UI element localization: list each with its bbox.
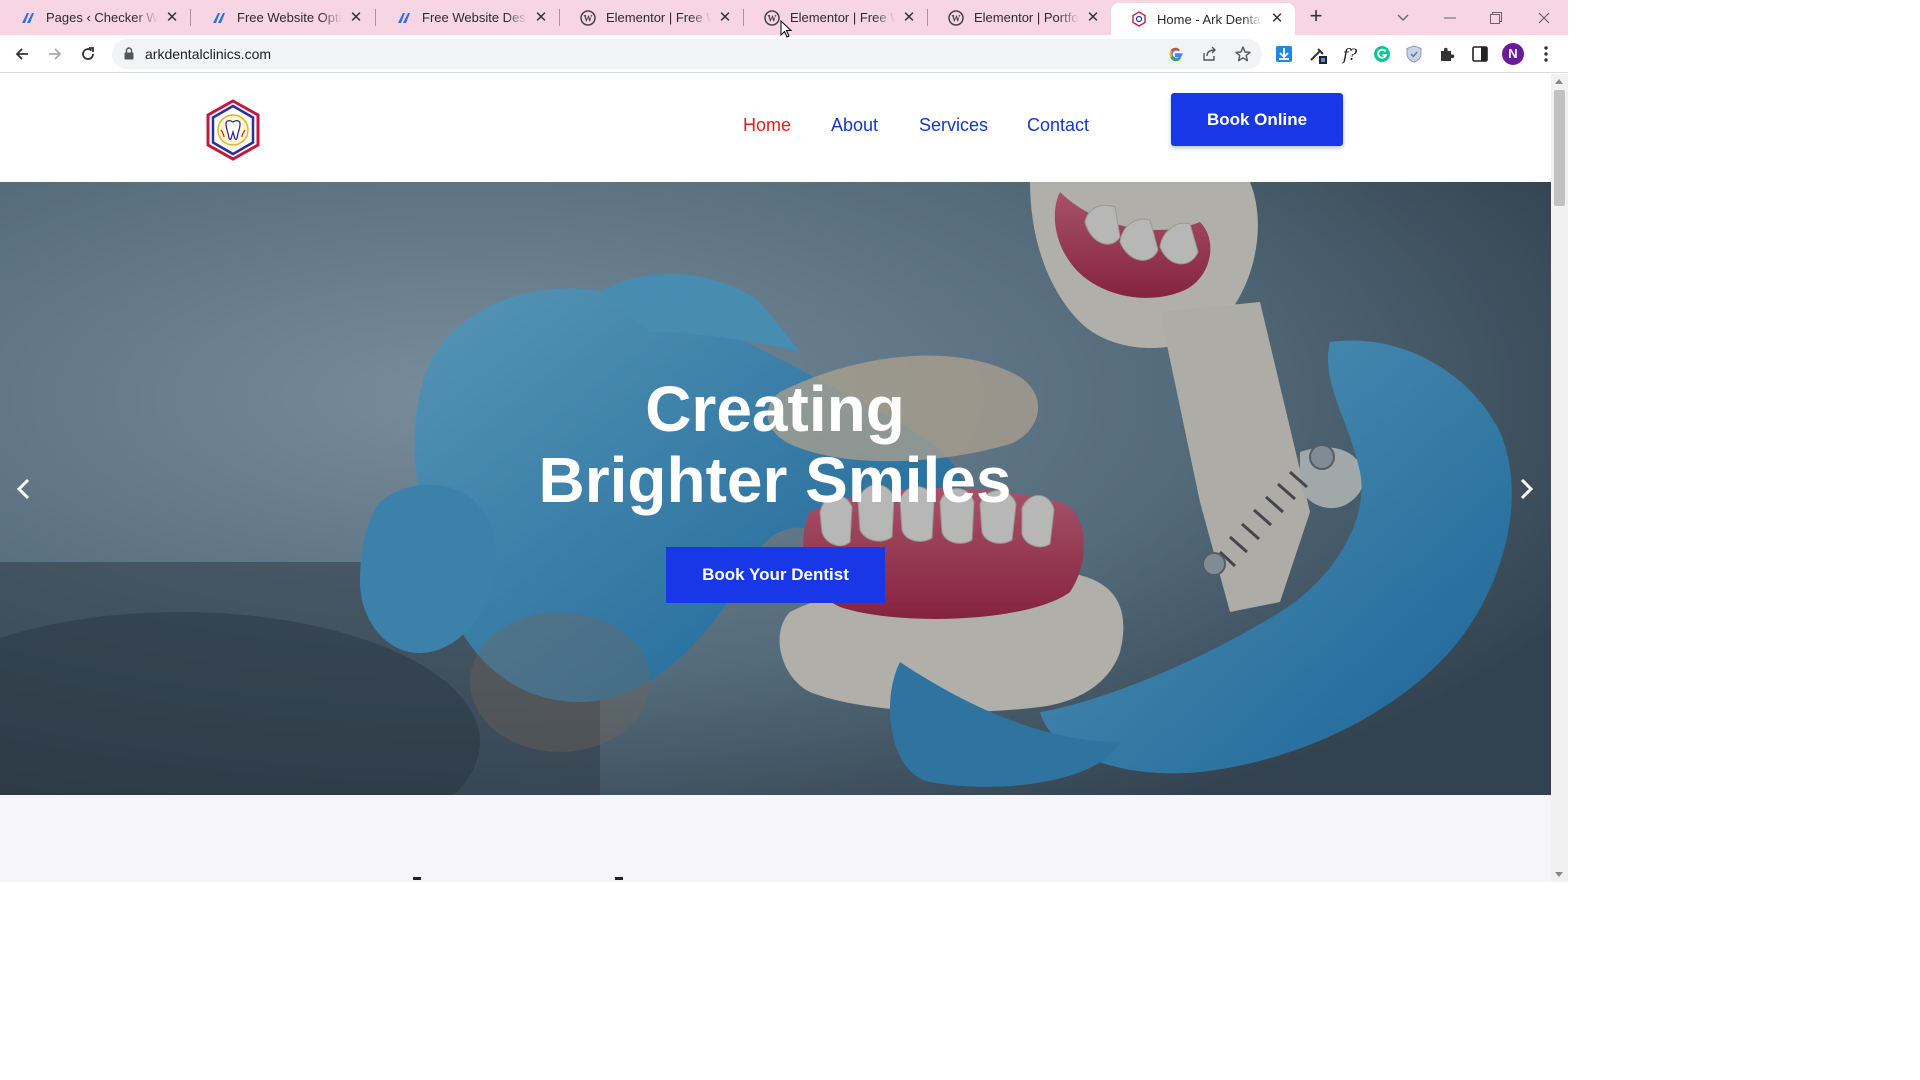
browser-tab[interactable]: W Elementor | Free Website ✕ bbox=[560, 0, 743, 35]
browser-tab-active[interactable]: Home - Ark Dental Clinics ✕ bbox=[1111, 3, 1295, 35]
slider-next-button[interactable] bbox=[1515, 475, 1539, 503]
minimize-icon bbox=[1444, 17, 1456, 18]
svg-text:W: W bbox=[768, 13, 777, 23]
tab-title: Free Website Optin – Checker bbox=[237, 10, 342, 25]
tab-title: Elementor | Portfolio bbox=[974, 10, 1079, 25]
close-icon[interactable]: ✕ bbox=[533, 9, 549, 26]
minimize-button[interactable] bbox=[1427, 0, 1473, 35]
grammarly-icon[interactable] bbox=[1371, 43, 1393, 65]
profile-avatar[interactable]: N bbox=[1502, 43, 1524, 65]
tab-search-button[interactable] bbox=[1380, 0, 1426, 35]
eyedropper-extension-icon[interactable] bbox=[1307, 43, 1329, 65]
ark-dental-icon bbox=[1132, 11, 1146, 27]
back-button[interactable] bbox=[10, 42, 34, 66]
ark-dental-logo[interactable] bbox=[202, 98, 264, 162]
extensions-puzzle-icon[interactable] bbox=[1436, 43, 1458, 65]
tab-title: Free Website Design – Checker bbox=[422, 10, 527, 25]
close-icon[interactable]: ✕ bbox=[717, 9, 733, 26]
nav-home-link[interactable]: Home bbox=[743, 115, 791, 136]
nav-services-link[interactable]: Services bbox=[919, 115, 988, 136]
slider-prev-button[interactable] bbox=[11, 475, 35, 503]
nav-about-link[interactable]: About bbox=[831, 115, 878, 136]
scroll-up-arrow[interactable] bbox=[1555, 79, 1563, 84]
book-online-button[interactable]: Book Online bbox=[1171, 93, 1343, 146]
restore-button[interactable] bbox=[1473, 0, 1519, 35]
jetpack-like-icon bbox=[213, 12, 225, 23]
chrome-menu-button[interactable] bbox=[1535, 43, 1557, 65]
chevron-right-icon bbox=[1520, 478, 1534, 500]
forward-button[interactable] bbox=[43, 42, 67, 66]
browser-tab[interactable]: Free Website Optin – Checker ✕ bbox=[191, 0, 374, 35]
scrollbar-thumb[interactable] bbox=[1554, 90, 1565, 206]
nav-contact-link[interactable]: Contact bbox=[1027, 115, 1089, 136]
arrow-right-icon bbox=[49, 48, 62, 60]
restore-icon bbox=[1490, 11, 1502, 24]
tab-title: Pages ‹ Checker Website bbox=[46, 10, 158, 25]
new-tab-button[interactable]: + bbox=[1304, 5, 1328, 29]
hero-heading: Creating Brighter Smiles bbox=[450, 374, 1100, 516]
tab-title: Elementor | Free Website bbox=[790, 10, 895, 25]
font-finder-icon[interactable]: f? bbox=[1339, 43, 1361, 65]
side-panel-icon[interactable] bbox=[1469, 43, 1491, 65]
profile-initial: N bbox=[1508, 46, 1518, 61]
next-section bbox=[0, 795, 1551, 882]
hero-heading-line-1: Creating bbox=[645, 373, 905, 445]
close-icon[interactable]: ✕ bbox=[164, 9, 180, 26]
close-icon[interactable]: ✕ bbox=[348, 9, 364, 26]
browser-tab[interactable]: W Elementor | Free Website ✕ bbox=[744, 0, 927, 35]
shield-icon[interactable] bbox=[1403, 43, 1425, 65]
url-text: arkdentalclinics.com bbox=[145, 46, 272, 62]
kebab-menu-icon bbox=[1544, 46, 1548, 62]
close-window-button[interactable] bbox=[1521, 0, 1567, 35]
tab-title: Elementor | Free Website bbox=[606, 10, 711, 25]
wordpress-icon: W bbox=[764, 9, 780, 26]
chevron-down-icon bbox=[1397, 14, 1409, 21]
svg-text:W: W bbox=[952, 13, 961, 23]
wordpress-icon: W bbox=[948, 9, 964, 26]
hero-slider: Creating Brighter Smiles Book Your Denti… bbox=[0, 182, 1551, 795]
page-scrollbar[interactable] bbox=[1551, 74, 1568, 882]
chevron-left-icon bbox=[16, 478, 30, 500]
google-icon[interactable] bbox=[1168, 46, 1184, 62]
text-fragment bbox=[615, 877, 623, 880]
address-bar[interactable]: arkdentalclinics.com bbox=[112, 39, 1262, 69]
download-extension-icon[interactable] bbox=[1273, 43, 1295, 65]
close-icon bbox=[1538, 12, 1550, 23]
close-icon[interactable]: ✕ bbox=[1269, 11, 1285, 27]
web-page: Home About Services Contact Book Online bbox=[0, 74, 1551, 882]
browser-tab[interactable]: Pages ‹ Checker Website ✕ bbox=[0, 0, 190, 35]
jetpack-like-icon bbox=[22, 12, 34, 23]
reload-icon bbox=[82, 47, 94, 60]
close-icon[interactable]: ✕ bbox=[901, 9, 917, 26]
jetpack-like-icon bbox=[398, 12, 410, 23]
lock-icon bbox=[124, 47, 134, 60]
svg-text:W: W bbox=[584, 13, 593, 23]
reload-button[interactable] bbox=[76, 42, 100, 66]
book-your-dentist-button[interactable]: Book Your Dentist bbox=[666, 547, 885, 603]
arrow-left-icon bbox=[15, 48, 28, 60]
wordpress-icon: W bbox=[580, 9, 596, 26]
tab-title: Home - Ark Dental Clinics bbox=[1157, 11, 1263, 27]
close-icon[interactable]: ✕ bbox=[1085, 9, 1101, 26]
mouse-cursor-icon bbox=[780, 20, 792, 38]
browser-tab[interactable]: Free Website Design – Checker ✕ bbox=[376, 0, 559, 35]
share-icon[interactable] bbox=[1202, 46, 1218, 62]
bookmark-star-icon[interactable] bbox=[1234, 45, 1252, 63]
scroll-down-arrow[interactable] bbox=[1555, 872, 1563, 877]
site-header: Home About Services Contact Book Online bbox=[0, 74, 1551, 182]
text-fragment bbox=[413, 877, 421, 880]
browser-tab[interactable]: W Elementor | Portfolio ✕ bbox=[928, 0, 1111, 35]
hero-heading-line-2: Brighter Smiles bbox=[538, 444, 1012, 516]
browser-toolbar: arkdentalclinics.com f? N bbox=[0, 35, 1568, 73]
